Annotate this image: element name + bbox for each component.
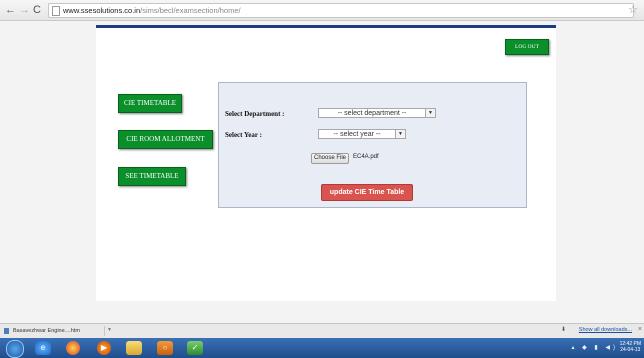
upload-form: Select Department : -- select department…	[218, 82, 527, 208]
media-player-icon[interactable]: ▶	[97, 341, 111, 355]
close-icon[interactable]: ×	[638, 326, 642, 333]
page-viewport: LOG OUT CIE TIMETABLE CIE ROOM ALLOTMENT…	[0, 21, 644, 323]
clock-date: 24-04-13	[620, 347, 641, 353]
address-bar[interactable]: www.ssesolutions.co.in/sims/becl/examsec…	[48, 3, 634, 18]
download-bar: Basavezhwar Engine....htm ▼ ⬇ Show all d…	[0, 323, 644, 339]
chevron-down-icon[interactable]: ▼	[107, 327, 112, 333]
download-item[interactable]: Basavezhwar Engine....htm	[4, 326, 105, 336]
chevron-down-icon: ▼	[395, 130, 405, 138]
selected-file-name: EC4A.pdf	[353, 154, 379, 160]
department-select-value: -- select department --	[337, 110, 407, 117]
download-file-label: Basavezhwar Engine....htm	[13, 328, 80, 334]
url-path: /sims/becl/examsection/home/	[140, 6, 241, 15]
download-icon: ⬇	[560, 327, 566, 333]
year-select[interactable]: -- select year -- ▼	[318, 129, 406, 139]
app-icon[interactable]: ○	[157, 341, 173, 355]
see-timetable-button[interactable]: SEE TIMETABLE	[118, 167, 186, 186]
choose-file-button[interactable]: Choose File	[311, 153, 350, 164]
logout-button[interactable]: LOG OUT	[505, 39, 549, 55]
back-arrow-icon[interactable]: ←	[5, 3, 16, 17]
browser-toolbar: ← → C www.ssesolutions.co.in/sims/becl/e…	[0, 0, 644, 21]
content-panel: LOG OUT CIE TIMETABLE CIE ROOM ALLOTMENT…	[96, 25, 556, 301]
cie-timetable-button[interactable]: CIE TIMETABLE	[118, 94, 182, 113]
taskbar: e ▶ ○ ✓ ▴ ◆ ▮ ◀) 12:42 PM 24-04-13	[0, 338, 644, 358]
forward-arrow-icon[interactable]: →	[19, 3, 30, 17]
department-label: Select Department :	[225, 110, 285, 118]
chrome-icon[interactable]	[66, 341, 80, 355]
system-tray-icons[interactable]: ▴ ◆ ▮ ◀)	[571, 344, 618, 351]
reload-icon[interactable]: C	[33, 3, 41, 17]
cie-room-allotment-button[interactable]: CIE ROOM ALLOTMENT	[118, 130, 213, 149]
year-label: Select Year :	[225, 131, 262, 139]
bookmark-star-icon[interactable]: ☆	[628, 3, 638, 16]
folder-icon[interactable]	[126, 341, 142, 355]
update-cie-timetable-button[interactable]: update CIE Time Table	[321, 184, 413, 201]
start-button-icon[interactable]	[6, 340, 24, 358]
page-icon	[52, 6, 60, 16]
show-all-downloads-link[interactable]: Show all downloads...	[579, 327, 632, 333]
url-host: www.ssesolutions.co.in	[63, 6, 141, 15]
internet-explorer-icon[interactable]: e	[35, 341, 51, 355]
chevron-down-icon: ▼	[425, 109, 435, 117]
year-select-value: -- select year --	[333, 131, 381, 138]
file-icon	[4, 327, 9, 334]
department-select[interactable]: -- select department -- ▼	[318, 108, 436, 118]
clock[interactable]: 12:42 PM 24-04-13	[620, 341, 641, 353]
spreadsheet-icon[interactable]: ✓	[187, 341, 203, 355]
